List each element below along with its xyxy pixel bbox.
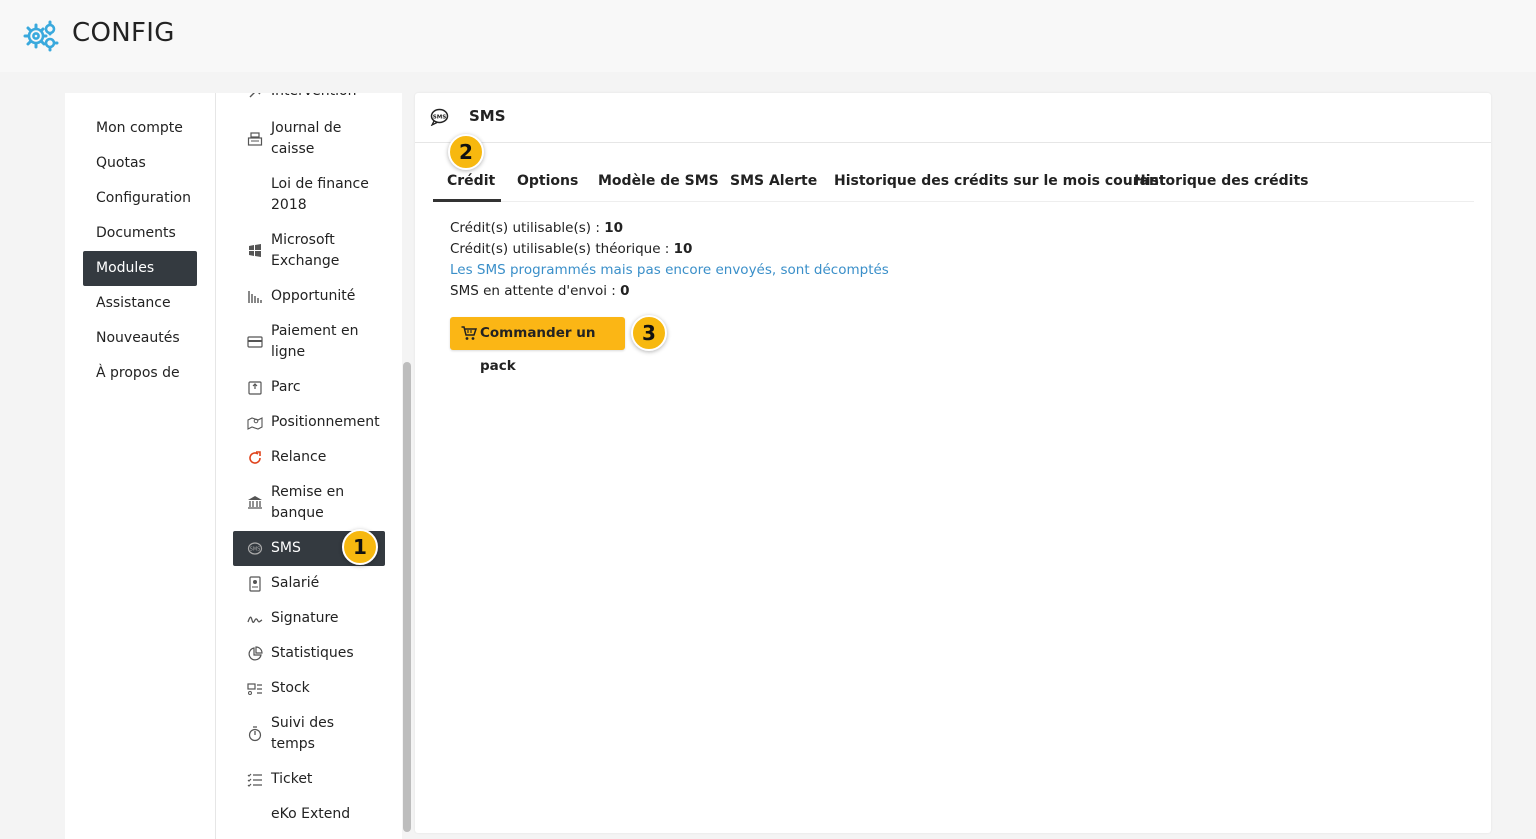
pie-chart-icon xyxy=(248,646,263,661)
module-item-microsoft-exchange[interactable]: Microsoft Exchange xyxy=(233,230,385,272)
module-item-paiement-en-ligne[interactable]: Paiement en ligne xyxy=(233,321,385,363)
pending-sms: SMS en attente d'envoi : 0 xyxy=(450,283,630,299)
menu-item-assistance[interactable]: Assistance xyxy=(83,286,197,321)
module-item-suivi-des-temps[interactable]: Suivi des temps xyxy=(233,713,385,755)
module-item-opportunite[interactable]: Opportunité xyxy=(233,286,385,307)
gear-icon xyxy=(23,20,59,52)
id-badge-icon xyxy=(249,576,261,592)
svg-text:SMS: SMS xyxy=(250,547,261,553)
module-item-relance[interactable]: Relance xyxy=(233,447,385,468)
tools-icon xyxy=(249,93,261,98)
app-header: CONFIG xyxy=(0,0,1536,72)
step-badge-1: 1 xyxy=(342,529,378,565)
menu-item-configuration[interactable]: Configuration xyxy=(83,181,197,216)
tab-historique-mois-courant[interactable]: Historique des crédits sur le mois coura… xyxy=(834,173,1166,189)
active-tab-indicator xyxy=(433,199,501,202)
usable-credits-value: 10 xyxy=(604,220,623,236)
module-item-parc[interactable]: Parc xyxy=(233,377,385,398)
menu-item-modules[interactable]: Modules xyxy=(83,251,197,286)
menu-item-a-propos[interactable]: À propos de xyxy=(83,356,197,391)
sms-icon: SMS xyxy=(247,542,263,555)
refresh-icon xyxy=(249,451,261,464)
bar-chart-icon xyxy=(248,291,262,303)
module-item-positionnement[interactable]: Positionnement xyxy=(233,412,385,433)
module-item-ticket[interactable]: Ticket xyxy=(233,769,385,790)
theoretical-credits: Crédit(s) utilisable(s) théorique : 10 xyxy=(450,241,693,257)
module-item-remise-en-banque[interactable]: Remise en banque xyxy=(233,482,385,524)
modules-scrollbar-thumb[interactable] xyxy=(403,362,411,832)
step-badge-3: 3 xyxy=(631,315,667,351)
map-icon xyxy=(247,417,263,430)
cash-register-icon xyxy=(247,132,263,146)
menu-item-nouveautes[interactable]: Nouveautés xyxy=(83,321,197,356)
box-icon xyxy=(248,381,262,395)
stopwatch-icon xyxy=(248,726,262,742)
menu-item-documents[interactable]: Documents xyxy=(83,216,197,251)
menu-item-mon-compte[interactable]: Mon compte xyxy=(83,111,197,146)
module-item-intervention[interactable]: Intervention xyxy=(233,93,385,111)
checklist-icon xyxy=(247,773,262,787)
tab-historique-credits[interactable]: Historique des crédits xyxy=(1134,173,1309,189)
sms-icon: SMS xyxy=(430,108,449,126)
menu-item-quotas[interactable]: Quotas xyxy=(83,146,197,181)
tab-options[interactable]: Options xyxy=(517,173,578,189)
module-item-stock[interactable]: Stock xyxy=(233,678,385,699)
module-item-loi-de-finance[interactable]: Loi de finance 2018 xyxy=(233,174,385,216)
panel-title: SMS xyxy=(469,107,506,125)
step-badge-2: 2 xyxy=(448,134,484,170)
windows-icon xyxy=(249,244,261,257)
order-pack-button[interactable]: Commander un pack xyxy=(450,317,625,374)
module-item-eko-extend[interactable]: eKo Extend xyxy=(233,804,385,825)
shopping-cart-icon xyxy=(461,326,477,340)
module-item-salarie[interactable]: Salarié xyxy=(233,573,385,594)
usable-credits: Crédit(s) utilisable(s) : 10 xyxy=(450,220,623,236)
scheduled-sms-note: Les SMS programmés mais pas encore envoy… xyxy=(450,262,889,278)
sms-panel: SMS SMS Crédit Options Modèle de SMS SMS… xyxy=(415,93,1491,833)
module-item-signature[interactable]: Signature xyxy=(233,608,385,629)
panel-header: SMS SMS xyxy=(415,93,1491,143)
module-item-statistiques[interactable]: Statistiques xyxy=(233,643,385,664)
credit-card-icon xyxy=(247,336,263,348)
pending-sms-value: 0 xyxy=(620,283,630,299)
bank-icon xyxy=(248,496,262,509)
page-title: CONFIG xyxy=(72,18,175,48)
stock-icon xyxy=(247,683,262,695)
tab-bar: Crédit Options Modèle de SMS SMS Alerte … xyxy=(433,163,1474,202)
tab-credit[interactable]: Crédit xyxy=(447,173,495,189)
tab-modele-de-sms[interactable]: Modèle de SMS xyxy=(598,173,719,189)
svg-text:SMS: SMS xyxy=(433,114,447,120)
signature-icon xyxy=(247,616,263,623)
modules-menu: Intervention Journal de caisse Loi de fi… xyxy=(216,93,402,839)
theoretical-credits-value: 10 xyxy=(673,241,693,257)
module-item-journal-de-caisse[interactable]: Journal de caisse xyxy=(233,118,385,160)
tab-sms-alerte[interactable]: SMS Alerte xyxy=(730,173,817,189)
config-menu: Mon compte Quotas Configuration Document… xyxy=(65,93,216,839)
